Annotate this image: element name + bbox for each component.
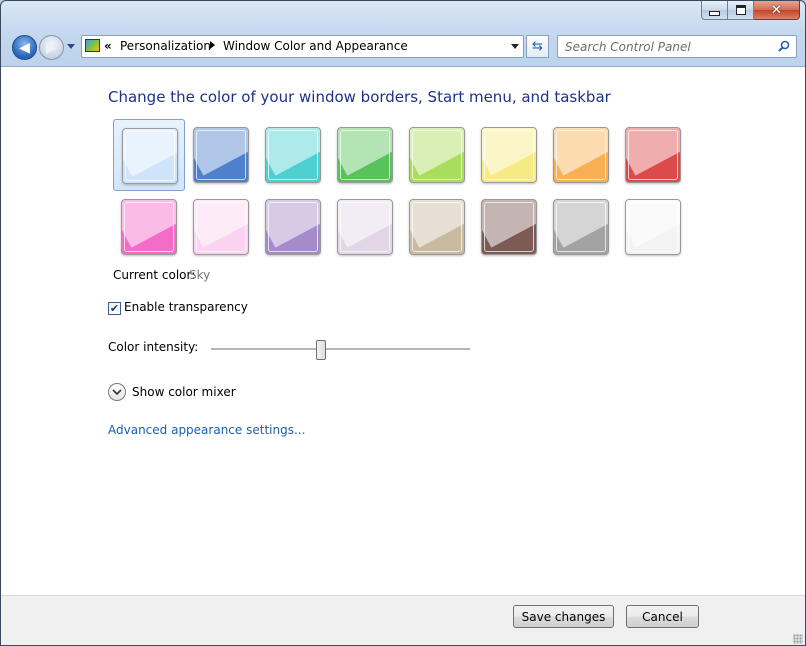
swatch-pumpkin[interactable]	[545, 119, 617, 191]
transparency-checkbox[interactable]: ✔	[108, 302, 121, 315]
refresh-button[interactable]: ⇆	[526, 35, 549, 58]
maximize-button[interactable]	[728, 1, 754, 20]
content-pane: Change the color of your window borders,…	[1, 66, 805, 596]
swatch-color	[265, 199, 321, 255]
checkmark-icon: ✔	[109, 302, 120, 315]
breadcrumb-personalization[interactable]: Personalization	[120, 39, 211, 53]
swatch-color	[193, 199, 249, 255]
intensity-slider-track[interactable]	[211, 348, 470, 351]
swatch-fuchsia[interactable]	[113, 191, 185, 263]
swatch-color	[265, 127, 321, 183]
swatch-slate[interactable]	[545, 191, 617, 263]
maximize-icon	[735, 5, 746, 15]
swatch-taupe[interactable]	[401, 191, 473, 263]
swatch-color	[337, 127, 393, 183]
current-color-label: Current color:	[113, 268, 196, 282]
swatch-color	[481, 199, 537, 255]
swatch-lavender[interactable]	[329, 191, 401, 263]
swatch-color	[409, 199, 465, 255]
address-bar[interactable]: « Personalization Window Color and Appea…	[81, 35, 524, 58]
swatch-leaf[interactable]	[329, 119, 401, 191]
minimize-icon	[709, 10, 720, 16]
resize-grip-icon[interactable]	[793, 634, 803, 644]
swatch-color	[625, 199, 681, 255]
intensity-label: Color intensity:	[108, 340, 199, 354]
swatch-frost[interactable]	[617, 191, 689, 263]
swatch-color	[625, 127, 681, 183]
save-changes-button[interactable]: Save changes	[513, 605, 614, 628]
swatch-sun[interactable]	[473, 119, 545, 191]
address-dropdown-icon[interactable]	[511, 44, 519, 49]
swatch-lime[interactable]	[401, 119, 473, 191]
recent-pages-dropdown[interactable]	[67, 44, 75, 49]
search-input[interactable]	[558, 36, 775, 57]
chevron-down-icon	[112, 388, 122, 395]
breadcrumb-overflow[interactable]: «	[104, 39, 112, 53]
swatch-color	[409, 127, 465, 183]
page-title: Change the color of your window borders,…	[108, 88, 611, 106]
swatch-blush[interactable]	[185, 191, 257, 263]
color-mixer-expander[interactable]	[108, 383, 126, 401]
cancel-button[interactable]: Cancel	[626, 605, 699, 628]
swatch-color	[481, 127, 537, 183]
swatch-color	[553, 127, 609, 183]
swatch-ruby[interactable]	[617, 119, 689, 191]
swatch-color	[553, 199, 609, 255]
close-button[interactable]: ✕	[754, 1, 800, 20]
swatch-color	[337, 199, 393, 255]
forward-button[interactable]: ▶	[39, 35, 64, 60]
caption-buttons: ✕	[701, 1, 800, 21]
footer-bar: Save changes Cancel	[1, 595, 805, 645]
swatch-twilight[interactable]	[185, 119, 257, 191]
swatch-color	[122, 128, 178, 184]
search-icon[interactable]	[778, 40, 790, 52]
back-button[interactable]: ◀	[12, 35, 37, 60]
swatch-sea[interactable]	[257, 119, 329, 191]
minimize-button[interactable]	[701, 1, 728, 20]
control-panel-window: ✕ ◀ ▶ « Personalization Window Color and…	[0, 0, 806, 646]
swatch-violet[interactable]	[257, 191, 329, 263]
transparency-label[interactable]: Enable transparency	[124, 300, 248, 314]
forward-arrow-icon: ▶	[46, 39, 57, 56]
search-box[interactable]	[557, 35, 797, 58]
advanced-appearance-link[interactable]: Advanced appearance settings...	[108, 423, 305, 437]
swatch-color	[193, 127, 249, 183]
current-color-value: Sky	[189, 268, 211, 282]
control-panel-icon	[85, 39, 100, 52]
back-arrow-icon: ◀	[19, 39, 30, 56]
intensity-slider-thumb[interactable]	[315, 340, 326, 360]
close-icon: ✕	[771, 2, 782, 18]
color-mixer-label[interactable]: Show color mixer	[132, 385, 236, 399]
breadcrumb-window-color[interactable]: Window Color and Appearance	[223, 39, 408, 53]
swatch-color	[121, 199, 177, 255]
refresh-icon: ⇆	[532, 39, 543, 54]
swatch-chocolate[interactable]	[473, 191, 545, 263]
swatch-sky[interactable]	[113, 119, 185, 191]
breadcrumb-chevron-icon[interactable]	[210, 41, 215, 49]
